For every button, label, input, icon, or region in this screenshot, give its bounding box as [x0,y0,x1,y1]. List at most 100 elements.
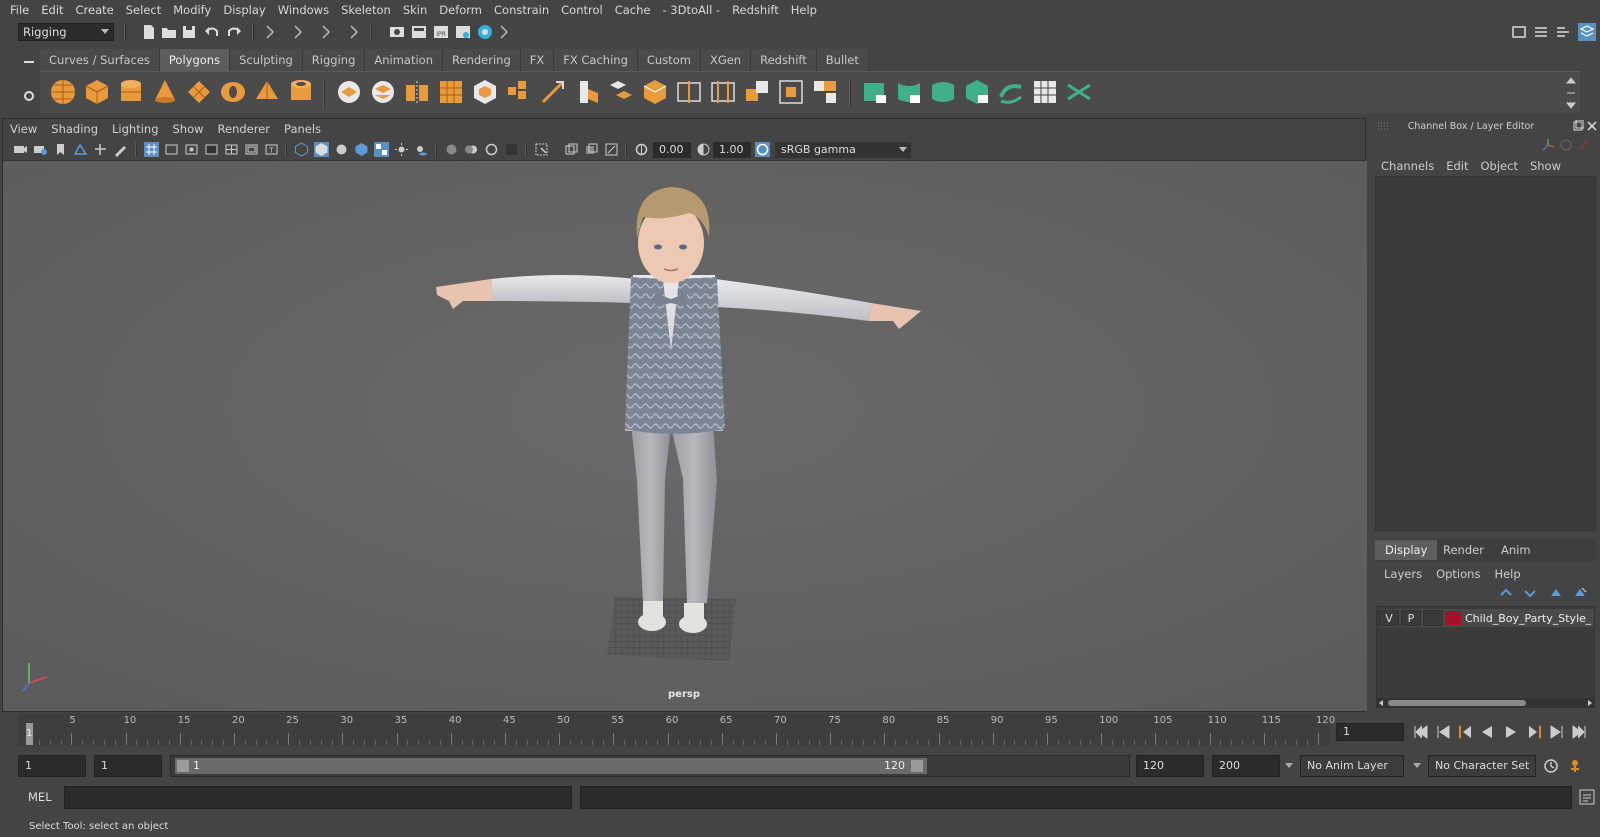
shelf-tab-rigging[interactable]: Rigging [302,49,366,71]
color-management-icon[interactable] [755,142,770,157]
shelf-tab-curves-surfaces[interactable]: Curves / Surfaces [40,49,160,71]
render-view-icon[interactable] [388,23,406,41]
shelf-scroll-icon[interactable] [1566,75,1576,111]
textured-icon[interactable] [374,142,389,157]
layer-horizontal-scrollbar[interactable] [1376,698,1595,708]
layer-color-swatch[interactable] [1445,611,1461,625]
play-backwards-icon[interactable] [1478,723,1496,741]
resolution-gate-icon[interactable] [184,142,199,157]
offset-edge-loop-icon[interactable] [708,77,738,107]
shelf-menu-icon[interactable] [22,55,36,69]
camera-attributes-icon[interactable] [33,142,48,157]
render-frame-icon[interactable] [410,23,428,41]
safe-title-icon[interactable]: T [264,142,279,157]
channel-box-menu-channels[interactable]: Channels [1375,156,1440,176]
viewport-menu-show[interactable]: Show [166,119,211,139]
layer-menu-layers[interactable]: Layers [1377,564,1429,584]
scrollbar-thumb[interactable] [1388,700,1526,706]
grease-pencil-icon[interactable] [113,142,128,157]
step-forward-frame-icon[interactable] [1548,723,1566,741]
menu-control[interactable]: Control [555,0,609,20]
shelf-tab-bullet[interactable]: Bullet [816,49,869,71]
automatic-uv-icon[interactable] [962,77,992,107]
cylindrical-uv-icon[interactable] [894,77,924,107]
command-language-label[interactable]: MEL [28,790,52,804]
append-polygon-icon[interactable] [742,77,772,107]
chevron-down-icon[interactable] [1412,760,1422,770]
new-layer-from-selected-icon[interactable] [1573,586,1587,600]
script-editor-icon[interactable] [1578,788,1596,806]
viewport-menu-panels[interactable]: Panels [277,119,328,139]
two-d-pan-zoom-icon[interactable] [93,142,108,157]
safe-action-icon[interactable] [244,142,259,157]
layer-visibility-toggle[interactable]: V [1379,610,1399,626]
select-hierarchy-icon[interactable] [262,23,280,41]
anim-layer-dropdown[interactable]: No Anim Layer [1300,755,1404,777]
go-to-end-icon[interactable] [1570,723,1588,741]
camera-icon[interactable] [13,142,28,157]
move-layer-down-icon[interactable] [1523,586,1537,600]
animation-preferences-icon[interactable] [1566,757,1584,775]
scroll-right-icon[interactable] [1586,699,1594,707]
menu-deform[interactable]: Deform [433,0,488,20]
extrude-icon[interactable] [572,77,602,107]
playback-start-field[interactable]: 1 [94,755,162,777]
multi-cut-icon[interactable] [538,77,568,107]
gate-mask-icon[interactable] [204,142,219,157]
poly-torus-icon[interactable] [218,77,248,107]
default-material-icon[interactable] [334,142,349,157]
layer-menu-options[interactable]: Options [1429,564,1487,584]
viewport-panel[interactable]: View Shading Lighting Show Renderer Panels T [2,118,1367,712]
step-forward-key-icon[interactable] [1526,723,1544,741]
close-icon[interactable] [1586,120,1598,132]
menu-windows[interactable]: Windows [272,0,335,20]
redo-icon[interactable] [225,23,243,41]
exposure-icon[interactable] [634,142,649,157]
hypershade-icon[interactable] [476,23,494,41]
render-settings-icon[interactable] [454,23,472,41]
viewport-menu-lighting[interactable]: Lighting [105,119,165,139]
use-all-lights-icon[interactable] [394,142,409,157]
smooth-shade-icon[interactable] [314,142,329,157]
gamma-field[interactable]: 1.00 [713,142,751,158]
channel-box-menu-show[interactable]: Show [1524,156,1567,176]
menu-edit[interactable]: Edit [35,0,69,20]
menu-help[interactable]: Help [785,0,823,20]
menu-skin[interactable]: Skin [397,0,433,20]
wireframe-icon[interactable] [294,142,309,157]
cut-sew-uv-icon[interactable] [1064,77,1094,107]
new-empty-layer-icon[interactable] [1549,586,1563,600]
menu-constrain[interactable]: Constrain [488,0,555,20]
menu-select[interactable]: Select [120,0,167,20]
save-scene-icon[interactable] [180,23,198,41]
menu-3dtoall[interactable]: - 3DtoAll - [656,0,726,20]
menu-file[interactable]: File [4,0,35,20]
image-plane-icon[interactable] [73,142,88,157]
insert-edge-loop-icon[interactable] [674,77,704,107]
menu-skeleton[interactable]: Skeleton [335,0,397,20]
anti-aliasing-icon[interactable] [484,142,499,157]
poly-sphere-icon[interactable] [48,77,78,107]
menu-display[interactable]: Display [217,0,271,20]
uv-editor-icon[interactable] [1030,77,1060,107]
play-forwards-icon[interactable] [1502,723,1520,741]
command-input[interactable] [64,786,572,809]
channel-box-menu-object[interactable]: Object [1475,156,1524,176]
playback-end-field[interactable]: 120 [1136,755,1204,777]
unfold-uv-icon[interactable] [996,77,1026,107]
animation-start-field[interactable]: 1 [18,755,86,777]
poly-pipe-icon[interactable] [286,77,316,107]
layer-name[interactable]: Child_Boy_Party_Style_TF [1465,612,1591,625]
field-chart-icon[interactable] [224,142,239,157]
step-back-frame-icon[interactable] [1434,723,1452,741]
xray-joints-icon[interactable] [604,142,619,157]
spherical-uv-icon[interactable] [928,77,958,107]
tool-settings-toggle-icon[interactable] [1554,23,1572,41]
poly-cylinder-icon[interactable] [116,77,146,107]
layer-tab-anim[interactable]: Anim [1491,540,1541,560]
combine-icon[interactable] [334,77,364,107]
gear-icon[interactable] [22,89,36,103]
menu-create[interactable]: Create [70,0,120,20]
select-component-icon[interactable] [318,23,336,41]
reduce-icon[interactable] [470,77,500,107]
